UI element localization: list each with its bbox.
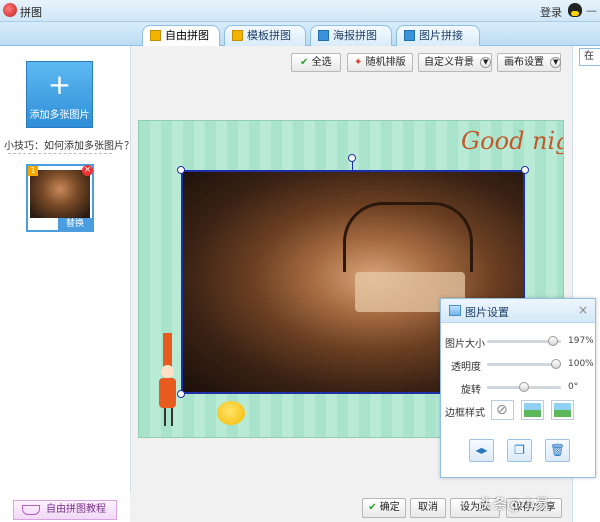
rotate-value: 0° (568, 382, 579, 392)
rotate-slider-knob[interactable] (519, 382, 529, 392)
opacity-slider[interactable] (487, 363, 561, 366)
border-none-option[interactable]: ⊘ (491, 400, 514, 420)
delete-button[interactable]: 🗑 (545, 439, 570, 462)
opacity-value: 100% (568, 359, 594, 369)
image-settings-panel: 图片设置 × 图片大小 197% 透明度 100% 旋转 0° 边框样式 ⊘ ◂… (440, 298, 596, 478)
random-layout-icon: ✦ (354, 57, 363, 68)
confirm-label: 确定 (379, 502, 400, 513)
panel-header: 图片设置 × (441, 299, 595, 323)
tab-label: 模板拼图 (247, 29, 291, 42)
close-icon[interactable]: × (578, 303, 588, 317)
template-icon (232, 30, 243, 41)
chevron-down-icon: ▼ (480, 56, 492, 68)
image-thumbnail[interactable]: 1 × 替换 (26, 164, 94, 232)
check-icon: ✔ (368, 502, 377, 513)
replace-image-button[interactable]: 替换 (58, 218, 92, 230)
tutorial-button[interactable]: 自由拼图教程 (13, 500, 117, 520)
app-logo-icon (3, 3, 17, 17)
chevron-down-icon: ▼ (550, 56, 562, 68)
tab-image-stitch[interactable]: 图片拼接 (396, 25, 480, 46)
rotate-label: 旋转 (461, 385, 481, 396)
tab-free-collage[interactable]: 自由拼图 (142, 25, 220, 47)
thumbnail-image (30, 170, 90, 218)
size-label: 图片大小 (445, 339, 485, 350)
minimize-button[interactable]: — (586, 4, 597, 17)
canvas-settings-dropdown[interactable]: 画布设置 ▼ (497, 53, 562, 72)
border-style-option-1[interactable] (521, 400, 544, 420)
custom-background-label: 自定义背景 (424, 57, 474, 68)
plus-icon: + (47, 68, 72, 101)
photo-detail (343, 202, 473, 272)
delete-thumbnail-icon[interactable]: × (82, 165, 93, 176)
free-collage-icon (150, 30, 161, 41)
window-title: 拼图 (20, 6, 42, 19)
cancel-button[interactable]: 取消 (410, 498, 446, 518)
right-panel-tab[interactable]: 在 (579, 48, 600, 66)
landscape-icon (524, 403, 541, 417)
confirm-button[interactable]: ✔ 确定 (362, 498, 406, 518)
random-layout-label: 随机排版 (365, 57, 406, 68)
poster-icon (318, 30, 329, 41)
canvas-settings-label: 画布设置 (504, 57, 544, 68)
image-icon (449, 305, 461, 316)
title-bar: 拼图 登录 — (0, 0, 600, 22)
goodnight-decoration: Good night (461, 127, 563, 155)
landscape-icon (554, 403, 571, 417)
add-images-label: 添加多张图片 (29, 110, 90, 121)
resize-handle-top-right[interactable] (521, 166, 529, 174)
divider (8, 153, 112, 154)
no-border-icon: ⊘ (496, 402, 508, 418)
tab-bar: 自由拼图 模板拼图 海报拼图 图片拼接 (0, 22, 600, 47)
sidebar: + 添加多张图片 小技巧：如何添加多张图片？ 1 × 替换 自由拼图教程 (0, 46, 134, 522)
stitch-icon (404, 30, 415, 41)
custom-background-dropdown[interactable]: 自定义背景 ▼ (418, 53, 492, 72)
border-style-option-2[interactable] (551, 400, 574, 420)
opacity-slider-knob[interactable] (551, 359, 561, 369)
flip-button[interactable]: ◂▸ (469, 439, 494, 462)
opacity-label: 透明度 (451, 362, 481, 373)
tutorial-label: 自由拼图教程 (46, 504, 106, 515)
layer-button[interactable]: ❐ (507, 439, 532, 462)
bun-decoration (217, 401, 245, 425)
panel-title: 图片设置 (465, 306, 509, 319)
size-value: 197% (568, 336, 594, 346)
border-style-label: 边框样式 (445, 408, 485, 419)
cancel-label: 取消 (418, 502, 438, 513)
size-slider-knob[interactable] (547, 336, 558, 346)
watermark: 头条@小易 (479, 497, 549, 513)
login-link[interactable]: 登录 (540, 4, 562, 20)
qq-icon[interactable] (568, 3, 582, 17)
tab-poster-collage[interactable]: 海报拼图 (310, 25, 392, 46)
tab-label: 图片拼接 (419, 29, 463, 42)
trash-icon: 🗑 (549, 443, 566, 457)
resize-handle-top-left[interactable] (177, 166, 185, 174)
tutorial-icon (22, 505, 40, 515)
tab-label: 自由拼图 (165, 29, 209, 42)
cartoon-figure-decoration (159, 333, 189, 428)
check-icon: ✔ (300, 57, 309, 68)
layer-icon: ❐ (514, 443, 525, 457)
rotate-handle[interactable] (348, 154, 356, 162)
select-all-button[interactable]: ✔ 全选 (291, 53, 341, 72)
thumbnail-number-badge: 1 (28, 166, 38, 176)
tab-template-collage[interactable]: 模板拼图 (224, 25, 306, 46)
add-images-button[interactable]: + 添加多张图片 (26, 61, 93, 128)
random-layout-button[interactable]: ✦ 随机排版 (347, 53, 413, 72)
flip-icon: ◂▸ (475, 443, 488, 457)
tab-label: 海报拼图 (333, 29, 377, 42)
select-all-label: 全选 (311, 57, 332, 68)
tip-link[interactable]: 小技巧：如何添加多张图片？ (4, 137, 134, 152)
